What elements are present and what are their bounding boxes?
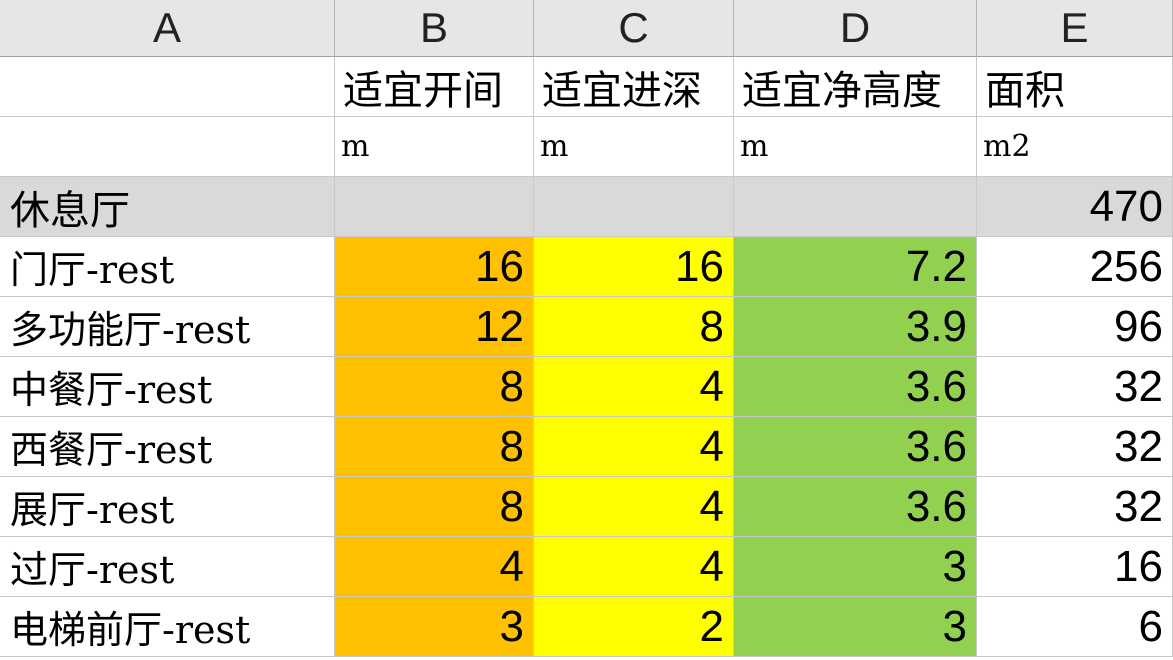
depth-cell[interactable]: 2 bbox=[534, 597, 734, 657]
row-name-cell[interactable]: 中餐厅-rest bbox=[0, 357, 335, 417]
height-cell[interactable]: 3 bbox=[734, 597, 977, 657]
group-empty-cell-c[interactable] bbox=[534, 177, 734, 237]
column-header-d[interactable]: D bbox=[734, 0, 977, 57]
group-area-cell[interactable]: 470 bbox=[977, 177, 1173, 237]
height-cell[interactable]: 3 bbox=[734, 537, 977, 597]
area-cell[interactable]: 32 bbox=[977, 417, 1173, 477]
depth-cell[interactable]: 16 bbox=[534, 237, 734, 297]
width-cell[interactable]: 8 bbox=[335, 417, 534, 477]
depth-cell[interactable]: 4 bbox=[534, 417, 734, 477]
width-cell[interactable]: 8 bbox=[335, 357, 534, 417]
column-header-b[interactable]: B bbox=[335, 0, 534, 57]
unit-cell-depth[interactable]: m bbox=[534, 117, 734, 177]
unit-cell-area[interactable]: m2 bbox=[977, 117, 1173, 177]
width-cell[interactable]: 16 bbox=[335, 237, 534, 297]
height-cell[interactable]: 3.6 bbox=[734, 417, 977, 477]
unit-cell-width[interactable]: m bbox=[335, 117, 534, 177]
unit-cell-a[interactable] bbox=[0, 117, 335, 177]
height-cell[interactable]: 7.2 bbox=[734, 237, 977, 297]
column-header-c[interactable]: C bbox=[534, 0, 734, 57]
depth-cell[interactable]: 8 bbox=[534, 297, 734, 357]
header-cell-a[interactable] bbox=[0, 57, 335, 117]
area-cell[interactable]: 256 bbox=[977, 237, 1173, 297]
header-cell-width[interactable]: 适宜开间 bbox=[335, 57, 534, 117]
row-name-cell[interactable]: 西餐厅-rest bbox=[0, 417, 335, 477]
area-cell[interactable]: 32 bbox=[977, 357, 1173, 417]
width-cell[interactable]: 12 bbox=[335, 297, 534, 357]
height-cell[interactable]: 3.6 bbox=[734, 477, 977, 537]
width-cell[interactable]: 3 bbox=[335, 597, 534, 657]
row-name-cell[interactable]: 过厅-rest bbox=[0, 537, 335, 597]
column-header-e[interactable]: E bbox=[977, 0, 1173, 57]
spreadsheet-grid: A B C D E 适宜开间 适宜进深 适宜净高度 面积 m m m m2 休息… bbox=[0, 0, 1173, 657]
unit-cell-height[interactable]: m bbox=[734, 117, 977, 177]
row-name-cell[interactable]: 展厅-rest bbox=[0, 477, 335, 537]
header-cell-depth[interactable]: 适宜进深 bbox=[534, 57, 734, 117]
area-cell[interactable]: 96 bbox=[977, 297, 1173, 357]
width-cell[interactable]: 8 bbox=[335, 477, 534, 537]
header-cell-height[interactable]: 适宜净高度 bbox=[734, 57, 977, 117]
depth-cell[interactable]: 4 bbox=[534, 537, 734, 597]
area-cell[interactable]: 32 bbox=[977, 477, 1173, 537]
column-header-a[interactable]: A bbox=[0, 0, 335, 57]
height-cell[interactable]: 3.9 bbox=[734, 297, 977, 357]
area-cell[interactable]: 16 bbox=[977, 537, 1173, 597]
width-cell[interactable]: 4 bbox=[335, 537, 534, 597]
height-cell[interactable]: 3.6 bbox=[734, 357, 977, 417]
depth-cell[interactable]: 4 bbox=[534, 477, 734, 537]
header-cell-area[interactable]: 面积 bbox=[977, 57, 1173, 117]
row-name-cell[interactable]: 多功能厅-rest bbox=[0, 297, 335, 357]
group-empty-cell-d[interactable] bbox=[734, 177, 977, 237]
area-cell[interactable]: 6 bbox=[977, 597, 1173, 657]
group-label-cell[interactable]: 休息厅 bbox=[0, 177, 335, 237]
depth-cell[interactable]: 4 bbox=[534, 357, 734, 417]
group-empty-cell-b[interactable] bbox=[335, 177, 534, 237]
row-name-cell[interactable]: 电梯前厅-rest bbox=[0, 597, 335, 657]
row-name-cell[interactable]: 门厅-rest bbox=[0, 237, 335, 297]
